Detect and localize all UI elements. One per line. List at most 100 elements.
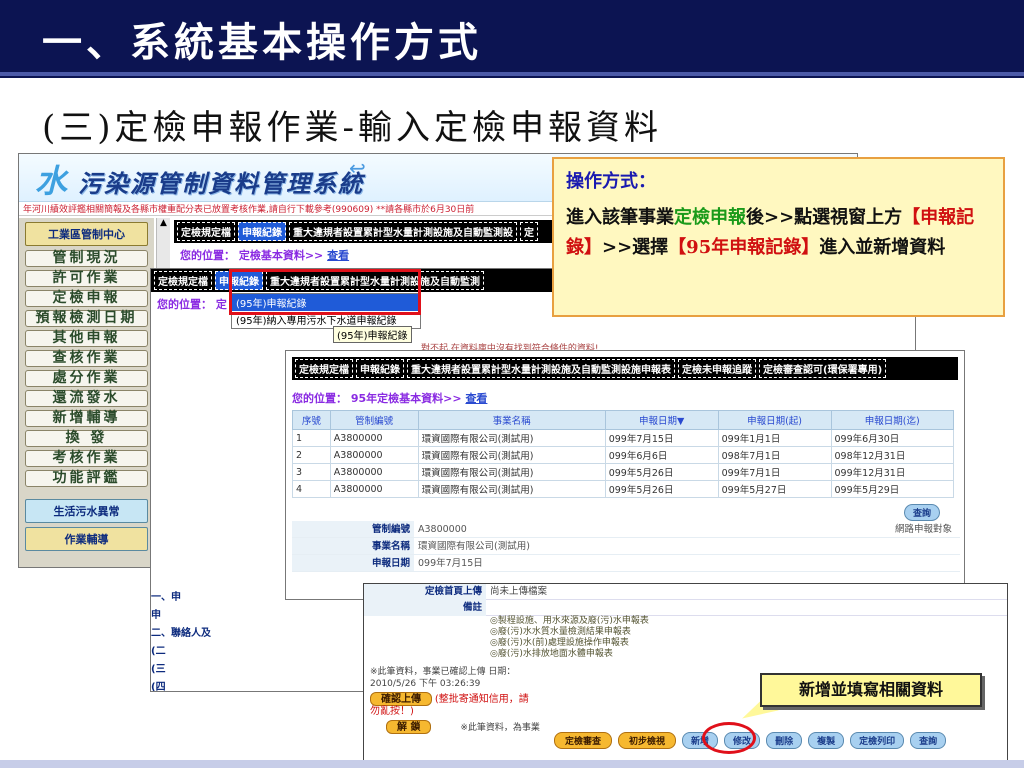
sidebar-item-guidance[interactable]: 作業輔導 [25,527,148,551]
report-form-link[interactable]: ◎廢(污)水水質水量檢測結果申報表 [490,627,1007,638]
form-extra [952,555,960,571]
instr-highlight-red-2: 【95年申報記錄】 [668,237,820,258]
column-header[interactable]: 申報日期▼ [604,410,719,430]
system-logo[interactable]: 水 污染源管制資料管理系統 [35,156,364,202]
sidebar-item[interactable]: 定檢申報 [25,290,148,307]
column-header[interactable]: 申報日期(迄) [830,410,955,430]
sidebar-item[interactable]: 處分作業 [25,370,148,387]
add-data-callout: 新增並填寫相關資料 [760,673,982,707]
table-cell: A3800000 [329,463,419,481]
dropdown-tooltip: (95年)申報紀錄 [333,326,412,343]
remark-label: 備註 [364,600,486,616]
table-cell: 4 [292,480,331,498]
sidebar-item[interactable]: 查核作業 [25,350,148,367]
query-button[interactable]: 查詢 [903,504,940,521]
sidebar-item[interactable]: 新增輔導 [25,410,148,427]
breadcrumb-text: 定 [215,298,227,311]
form-label: 事業名稱 [292,538,414,554]
unlock-button[interactable]: 解 鎖 [386,720,432,734]
sidebar-item[interactable]: 許可作業 [25,270,148,287]
action-button[interactable]: 初步檢視 [618,732,677,749]
column-header[interactable]: 管制編號 [329,410,419,430]
instr-text-4: 進入並新增資料 [819,237,946,258]
sidebar-item[interactable]: 預報檢測日期 [25,310,148,327]
toolbar-tab[interactable]: 申報紀錄 [356,359,404,378]
table-cell: 099年5月26日 [604,463,719,481]
toolbar-tab[interactable]: 重大違規者設置累計型水量計測設施及自動監測設 [289,222,517,241]
action-button[interactable]: 查詢 [910,732,947,749]
section-label: 申 [151,610,161,621]
upload-label: 定檢首頁上傳 [364,584,486,600]
confirm-upload-button[interactable]: 確認上傳 [370,692,432,706]
sidebar-item[interactable]: 管制現況 [25,250,148,267]
report-record-table: 序號 管制編號 事業名稱 申報日期▼ 申報日期(起) 申報日期(迄) 1 A3800000 環… [292,410,955,498]
table-cell: 099年7月15日 [604,429,719,447]
table-row[interactable]: 2 A3800000 環資國際有限公司(測試用) 099年6月6日 098年7月1日 09… [292,446,955,464]
table-cell: A3800000 [329,429,419,447]
action-button[interactable]: 定檢審查 [554,732,613,749]
sidebar-item-domestic-sewage[interactable]: 生活污水異常 [25,499,148,523]
breadcrumb-view-link[interactable]: 查看 [465,392,487,405]
logo-arrow-icon: ↩ [349,156,366,180]
table-cell: 2 [292,446,331,464]
toolbar-tab[interactable]: 定檢規定檔 [295,359,353,378]
sidebar-item[interactable]: 換 發 [25,430,148,447]
instr-text-1: 進入該筆事業 [566,207,674,228]
sidebar-menu: 管制現況許可作業定檢申報預報檢測日期 其他申報查核作業處分作業還流發水新增輔導換 … [25,250,148,487]
column-header[interactable]: 申報日期(起) [717,410,832,430]
table-cell: 099年5月26日 [604,480,719,498]
table-cell: 099年6月30日 [830,429,955,447]
toolbar-tab[interactable]: 定檢規定檔 [154,271,212,290]
table-cell: 099年5月29日 [830,480,955,498]
table-cell: 1 [292,429,331,447]
table-cell: 環資國際有限公司(測試用) [417,446,606,464]
scroll-up-icon[interactable]: ▲ [160,218,167,228]
form-section-labels: 一、申申二、聯絡人及(二(三(四(五)電 [151,589,381,692]
upload-status: 尚未上傳檔案 [486,584,1007,600]
section-label: (三 [151,664,166,675]
toolbar-tab[interactable]: 申報紀錄 [238,222,286,241]
table-row[interactable]: 3 A3800000 環資國際有限公司(測試用) 099年5月26日 099年7月1日 0… [292,463,955,481]
instr-highlight-green: 定檢申報 [674,207,746,228]
logo-water-glyph: 水 [35,162,68,200]
system-window-record-list: 定檢規定檔 申報紀錄 重大違規者設置累計型水量計測設施及自動監測設施申報表 定檢未申報… [285,350,965,600]
toolbar-tab[interactable]: 定檢規定檔 [177,222,235,241]
table-row[interactable]: 4 A3800000 環資國際有限公司(測試用) 099年5月26日 099年5月27日… [292,480,955,498]
form-value: 環資國際有限公司(測試用) [418,541,530,552]
form-extra [952,538,960,554]
toolbar-tab[interactable]: 定檢審查認可(環保署專用) [759,359,887,378]
column-header[interactable]: 事業名稱 [417,410,606,430]
form-extra: 網路申報對象 [894,524,952,535]
slide-subtitle: (三)定檢申報作業-輸入定檢申報資料 [42,108,663,148]
toolbar-tab[interactable]: 重大違規者設置累計型水量計測設施及自動監測設施申報表 [407,359,675,378]
report-form-link[interactable]: ◎廢(污)水(前)處理設施操作申報表 [490,638,1007,649]
sidebar-item[interactable]: 功能評鑑 [25,470,148,487]
sidebar-item[interactable]: 其他申報 [25,330,148,347]
table-body: 1 A3800000 環資國際有限公司(測試用) 099年7月15日 099年1月1日 0… [292,429,955,498]
table-cell: 099年6月6日 [604,446,719,464]
remark-field[interactable] [486,600,1007,616]
breadcrumb-text: 定檢基本資料>> [238,249,324,262]
report-form-link[interactable]: ◎廢(污)水排放地面水體申報表 [490,649,1007,660]
action-button[interactable]: 定檢列印 [850,732,905,749]
table-cell: 099年1月1日 [717,429,832,447]
breadcrumb-text: 95年定檢基本資料>> [350,392,462,405]
breadcrumb-view-link[interactable]: 查看 [327,249,349,262]
form-row-upload: 定檢首頁上傳 尚未上傳檔案 [364,584,1007,600]
action-button[interactable]: 刪除 [766,732,803,749]
table-row[interactable]: 1 A3800000 環資國際有限公司(測試用) 099年7月15日 099年1月1日 0… [292,429,955,447]
slide-title: 一、系統基本操作方式 [42,19,482,66]
form-label: 管制編號 [292,521,414,537]
sidebar-item[interactable]: 還流發水 [25,390,148,407]
sidebar-header-industrial-zone[interactable]: 工業區管制中心 [25,222,148,246]
form-row: 事業名稱 環資國際有限公司(測試用) [292,538,960,555]
action-button[interactable]: 複製 [808,732,845,749]
highlight-oval-add [702,722,756,754]
report-form-link[interactable]: ◎製程設施、用水來源及廢(污)水申報表 [490,616,1007,627]
sidebar-item[interactable]: 考核作業 [25,450,148,467]
section-label: (四 [151,682,166,692]
column-header[interactable]: 序號 [292,410,331,430]
toolbar-tab[interactable]: 定檢未申報追蹤 [678,359,756,378]
toolbar-tab[interactable]: 定 [520,222,538,241]
table-cell: 098年12月31日 [830,446,955,464]
